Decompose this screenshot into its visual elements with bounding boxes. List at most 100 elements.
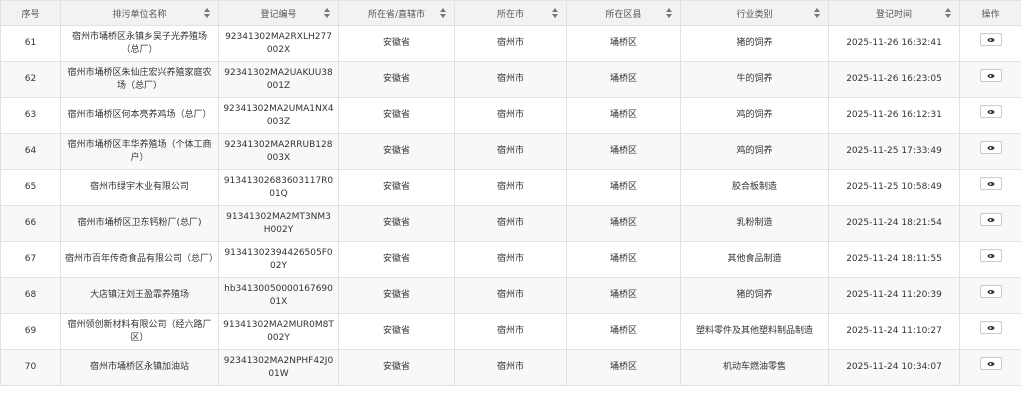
view-button[interactable] — [979, 249, 1002, 262]
col-header-name[interactable]: 排污单位名称 — [60, 0, 219, 26]
table-row: 63 宿州市埇桥区何本亮养鸡场（总厂） 92341302MA2UMA1NX400… — [0, 97, 1021, 134]
eye-icon — [987, 181, 994, 186]
sort-icon[interactable] — [666, 8, 672, 18]
cell-name: 宿州领创新材料有限公司（经六路厂区） — [60, 313, 219, 350]
cell-industry: 机动车燃油零售 — [680, 349, 829, 386]
view-button[interactable] — [979, 105, 1002, 118]
table-row: 70 宿州市埇桥区永镇加油站 92341302MA2NPHF42J001W 安徽… — [0, 349, 1021, 386]
cell-reg-time: 2025-11-25 17:33:49 — [828, 133, 960, 170]
cell-action — [959, 61, 1021, 98]
cell-reg-time: 2025-11-24 11:10:27 — [828, 313, 960, 350]
table-row: 61 宿州市埇桥区永镇乡吴子光养殖场（总厂） 92341302MA2RXLH27… — [0, 25, 1021, 62]
cell-reg-time: 2025-11-24 11:20:39 — [828, 277, 960, 314]
cell-province: 安徽省 — [338, 277, 455, 314]
view-button[interactable] — [979, 285, 1002, 298]
cell-city: 宿州市 — [454, 313, 567, 350]
cell-action — [959, 277, 1021, 314]
table-row: 68 大店镇汪刘王盈霏养殖场 hb34130050000167690 01X 安… — [0, 277, 1021, 314]
cell-province: 安徽省 — [338, 205, 455, 242]
col-header-province[interactable]: 所在省/直辖市 — [338, 0, 455, 26]
cell-industry: 其他食品制造 — [680, 241, 829, 278]
col-header-reg-no[interactable]: 登记编号 — [218, 0, 339, 26]
col-header-reg-time[interactable]: 登记时间 — [828, 0, 960, 26]
cell-city: 宿州市 — [454, 61, 567, 98]
cell-reg-time: 2025-11-26 16:12:31 — [828, 97, 960, 134]
cell-name: 大店镇汪刘王盈霏养殖场 — [60, 277, 219, 314]
cell-reg-no: 92341302MA2UAKUU38001Z — [218, 61, 339, 98]
cell-district: 埇桥区 — [566, 25, 681, 62]
cell-reg-time: 2025-11-26 16:32:41 — [828, 25, 960, 62]
cell-district: 埇桥区 — [566, 277, 681, 314]
cell-industry: 猪的饲养 — [680, 277, 829, 314]
cell-index: 68 — [0, 277, 61, 314]
cell-name: 宿州市埇桥区何本亮养鸡场（总厂） — [60, 97, 219, 134]
cell-industry: 鸡的饲养 — [680, 97, 829, 134]
cell-reg-no: hb34130050000167690 01X — [218, 277, 339, 314]
table-row: 67 宿州市百年传奇食品有限公司（总厂） 91341302394426505F0… — [0, 241, 1021, 278]
table-row: 66 宿州市埇桥区卫东钙粉厂(总厂) 91341302MA2MT3NM3H002… — [0, 205, 1021, 242]
cell-action — [959, 25, 1021, 62]
sort-icon[interactable] — [440, 8, 446, 18]
col-header-district[interactable]: 所在区县 — [566, 0, 681, 26]
view-button[interactable] — [979, 177, 1002, 190]
sort-icon[interactable] — [814, 8, 820, 18]
table-row: 69 宿州领创新材料有限公司（经六路厂区） 91341302MA2MUR0M8T… — [0, 313, 1021, 350]
eye-icon — [987, 289, 994, 294]
view-button[interactable] — [979, 321, 1002, 334]
cell-index: 66 — [0, 205, 61, 242]
cell-province: 安徽省 — [338, 133, 455, 170]
cell-index: 62 — [0, 61, 61, 98]
cell-index: 70 — [0, 349, 61, 386]
cell-name: 宿州市埇桥区朱仙庄宏兴养殖家庭农场（总厂） — [60, 61, 219, 98]
sort-icon[interactable] — [324, 8, 330, 18]
table-row: 65 宿州市绿宇木业有限公司 91341302683603117R001Q 安徽… — [0, 169, 1021, 206]
col-header-industry[interactable]: 行业类别 — [680, 0, 829, 26]
cell-name: 宿州市埇桥区卫东钙粉厂(总厂) — [60, 205, 219, 242]
cell-province: 安徽省 — [338, 25, 455, 62]
view-button[interactable] — [979, 69, 1002, 82]
cell-city: 宿州市 — [454, 277, 567, 314]
cell-city: 宿州市 — [454, 169, 567, 206]
cell-province: 安徽省 — [338, 169, 455, 206]
cell-reg-time: 2025-11-26 16:23:05 — [828, 61, 960, 98]
cell-province: 安徽省 — [338, 241, 455, 278]
table-header: 序号 排污单位名称 登记编号 所在省/直辖市 所在市 所在区县 行业类别 登记时… — [0, 0, 1021, 26]
sort-icon[interactable] — [945, 8, 951, 18]
cell-name: 宿州市绿宇木业有限公司 — [60, 169, 219, 206]
cell-name: 宿州市埇桥区永镇乡吴子光养殖场（总厂） — [60, 25, 219, 62]
table-row: 62 宿州市埇桥区朱仙庄宏兴养殖家庭农场（总厂） 92341302MA2UAKU… — [0, 61, 1021, 98]
cell-action — [959, 133, 1021, 170]
view-button[interactable] — [979, 213, 1002, 226]
eye-icon — [987, 217, 994, 222]
sort-icon[interactable] — [204, 8, 210, 18]
header-row: 序号 排污单位名称 登记编号 所在省/直辖市 所在市 所在区县 行业类别 登记时… — [0, 0, 1021, 26]
cell-city: 宿州市 — [454, 349, 567, 386]
cell-reg-no: 92341302MA2RXLH277002X — [218, 25, 339, 62]
col-header-city[interactable]: 所在市 — [454, 0, 567, 26]
cell-action — [959, 241, 1021, 278]
cell-industry: 鸡的饲养 — [680, 133, 829, 170]
view-button[interactable] — [979, 357, 1002, 370]
eye-icon — [987, 325, 994, 330]
cell-reg-no: 92341302MA2UMA1NX4003Z — [218, 97, 339, 134]
cell-reg-no: 91341302MA2MT3NM3H002Y — [218, 205, 339, 242]
view-button[interactable] — [979, 141, 1002, 154]
cell-district: 埇桥区 — [566, 169, 681, 206]
cell-reg-no: 91341302MA2MUR0M8T002Y — [218, 313, 339, 350]
cell-city: 宿州市 — [454, 25, 567, 62]
cell-reg-time: 2025-11-24 18:21:54 — [828, 205, 960, 242]
cell-district: 埇桥区 — [566, 97, 681, 134]
sort-icon[interactable] — [552, 8, 558, 18]
cell-district: 埇桥区 — [566, 61, 681, 98]
cell-index: 69 — [0, 313, 61, 350]
eye-icon — [987, 145, 994, 150]
cell-name: 宿州市埇桥区永镇加油站 — [60, 349, 219, 386]
cell-province: 安徽省 — [338, 313, 455, 350]
cell-industry: 塑料零件及其他塑料制品制造 — [680, 313, 829, 350]
cell-index: 65 — [0, 169, 61, 206]
view-button[interactable] — [979, 33, 1002, 46]
col-header-index: 序号 — [0, 0, 61, 26]
cell-industry: 乳粉制造 — [680, 205, 829, 242]
col-header-action: 操作 — [959, 0, 1021, 26]
cell-action — [959, 169, 1021, 206]
